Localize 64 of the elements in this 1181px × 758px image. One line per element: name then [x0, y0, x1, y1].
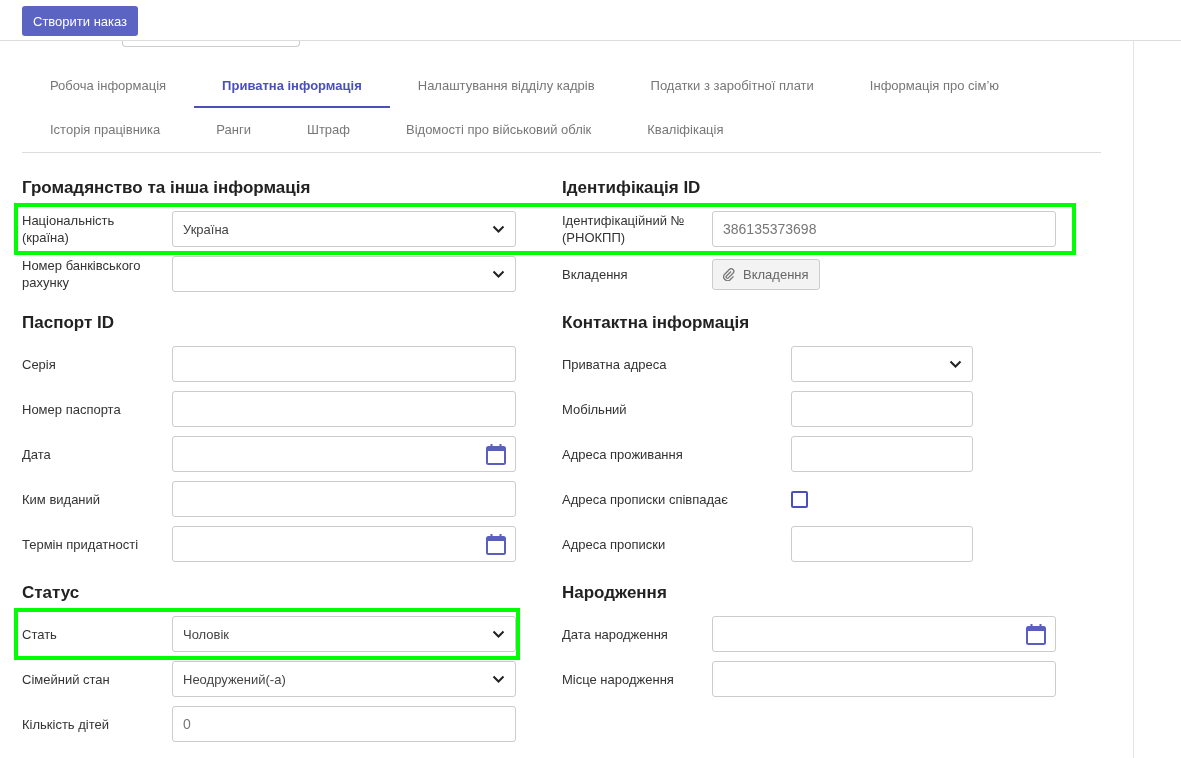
input-field[interactable]: 386135373698 — [712, 211, 1056, 247]
checkbox[interactable] — [791, 490, 808, 508]
field-label: Кількість дітей — [22, 715, 110, 733]
field-label: Термін придатності — [22, 535, 140, 553]
select-field[interactable]: Україна — [172, 211, 516, 247]
calendar-icon — [1026, 623, 1046, 645]
section-heading: Громадянство та інша інформація — [22, 177, 312, 199]
input-field[interactable] — [791, 436, 973, 472]
section-heading: Народження — [562, 582, 668, 604]
tab[interactable]: Робоча інформація — [22, 64, 195, 108]
input-field[interactable] — [172, 481, 516, 517]
tab[interactable]: Приватна інформація — [194, 64, 390, 108]
select-field[interactable] — [172, 256, 516, 292]
field-label: Адреса прописки співпадає — [562, 490, 729, 508]
field-label: Номер банківського рахунку — [22, 257, 142, 291]
field-label: Місце народження — [562, 670, 675, 688]
section-heading: Паспорт ID — [22, 312, 115, 334]
input-field[interactable] — [172, 346, 516, 382]
section-heading: Статус — [22, 582, 81, 604]
field-label: Ідентифікаційний № (РНОКПП) — [562, 212, 686, 246]
tab[interactable]: Кваліфікація — [619, 108, 752, 152]
tab[interactable]: Штраф — [278, 108, 378, 152]
chevron-down-icon — [492, 224, 505, 234]
tab[interactable]: Податки з заробітної плати — [622, 64, 842, 108]
attachment-button[interactable]: Вкладення — [712, 258, 820, 290]
field-label: Серія — [22, 355, 57, 373]
field-label: Адреса прописки — [562, 535, 667, 553]
select-field[interactable] — [791, 346, 973, 382]
input-field[interactable] — [791, 391, 973, 427]
tab[interactable]: Ранги — [188, 108, 279, 152]
tab[interactable]: Історія працівника — [22, 108, 189, 152]
date-field[interactable] — [172, 526, 516, 562]
chevron-down-icon — [492, 629, 505, 639]
field-label: Дата народження — [562, 625, 669, 643]
field-label: Вкладення — [562, 265, 629, 283]
date-field[interactable] — [712, 616, 1056, 652]
chevron-down-icon — [492, 674, 505, 684]
input-field[interactable] — [172, 391, 516, 427]
input-field[interactable] — [791, 526, 973, 562]
input-field[interactable] — [712, 661, 1056, 697]
field-label: Номер паспорта — [22, 400, 122, 418]
tab[interactable]: Налаштування відділу кадрів — [389, 64, 623, 108]
paperclip-icon — [723, 267, 735, 281]
tab[interactable]: Інформація про сім’ю — [841, 64, 1028, 108]
field-label: Ким виданий — [22, 490, 102, 508]
field-label: Приватна адреса — [562, 355, 668, 373]
field-label: Мобільний — [562, 400, 628, 418]
field-label: Національність (країна) — [22, 212, 116, 246]
field-label: Стать — [22, 625, 58, 643]
input-field[interactable]: 0 — [172, 706, 516, 742]
date-field[interactable] — [172, 436, 516, 472]
calendar-icon — [486, 443, 506, 465]
field-label: Сімейний стан — [22, 670, 111, 688]
create-order-button[interactable]: Створити наказ — [22, 6, 139, 36]
select-field[interactable]: Чоловік — [172, 616, 516, 652]
chevron-down-icon — [492, 269, 505, 279]
section-heading: Ідентифікація ID — [562, 177, 702, 199]
chevron-down-icon — [949, 359, 962, 369]
field-label: Адреса проживання — [562, 445, 684, 463]
field-label: Дата — [22, 445, 52, 463]
section-heading: Контактна інформація — [562, 312, 751, 334]
calendar-icon — [486, 533, 506, 555]
select-field[interactable]: Неодружений(-а) — [172, 661, 516, 697]
tab[interactable]: Відомості про військовий облік — [378, 108, 620, 152]
